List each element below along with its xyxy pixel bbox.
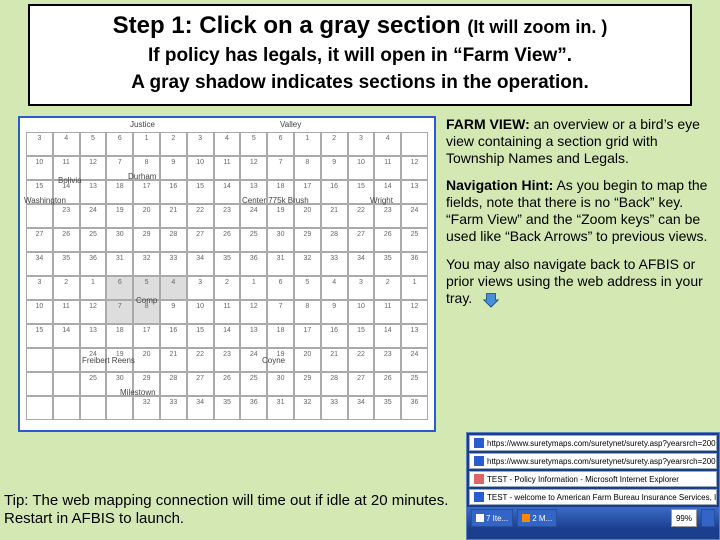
main-row: Justice Valley Bolivia Durham Center 775… <box>18 116 710 432</box>
tray-expand-icon[interactable] <box>701 509 715 527</box>
policy-line-2: A gray shadow indicates sections in the … <box>42 72 678 95</box>
taskbar-row: 7 Ite... 2 M... 99% <box>467 507 719 529</box>
timeout-tip: Tip: The web mapping connection will tim… <box>4 492 459 528</box>
ie-icon <box>474 438 484 448</box>
sidebar-text: FARM VIEW: an overview or a bird’s eye v… <box>446 116 710 432</box>
zoom-pct: 99% <box>676 514 692 523</box>
tray-window-3[interactable]: TEST - Policy Information - Microsoft In… <box>469 471 717 487</box>
farmview-paragraph: FARM VIEW: an overview or a bird’s eye v… <box>446 116 710 167</box>
township-label: Comp <box>136 296 157 305</box>
down-arrow-icon <box>482 290 500 308</box>
navhint-paragraph: Navigation Hint: As you begin to map the… <box>446 177 710 245</box>
policy-line-1: If policy has legals, it will open in “F… <box>42 45 678 68</box>
township-label: Center 775k Brush <box>242 196 309 205</box>
township-label: Coyne <box>262 356 285 365</box>
step-title: Step 1: Click on a gray section (It will… <box>42 12 678 41</box>
township-label: Washington <box>24 196 66 205</box>
township-label: Milestown <box>120 388 156 397</box>
app-icon <box>522 514 530 522</box>
ie-icon <box>476 514 484 522</box>
navhint-label: Navigation Hint: <box>446 177 553 193</box>
taskbar-screenshot: https://www.suretymaps.com/suretynet/sur… <box>466 432 720 540</box>
zoom-indicator: 99% <box>671 509 697 527</box>
tray-window-3-text: TEST - Policy Information - Microsoft In… <box>487 475 679 484</box>
tray-url-1-text: https://www.suretymaps.com/suretynet/sur… <box>487 439 717 448</box>
farmview-label: FARM VIEW: <box>446 116 530 132</box>
tray-url-2[interactable]: https://www.suretymaps.com/suretynet/sur… <box>469 453 717 469</box>
township-label: Durham <box>128 172 156 181</box>
tray-window-4[interactable]: TEST - welcome to American Farm Bureau I… <box>469 489 717 505</box>
taskbar-button-2-label: 2 M... <box>532 514 552 523</box>
section-grid: 34561234561234 101112789101112789101112 … <box>26 132 428 426</box>
step-action: Click on a gray section <box>199 12 460 39</box>
step-suffix: (It will zoom in. ) <box>467 17 607 37</box>
taskbar-button-1[interactable]: 7 Ite... <box>471 509 513 527</box>
ie-icon <box>474 456 484 466</box>
township-label: Justice <box>130 120 155 129</box>
farm-view-map[interactable]: Justice Valley Bolivia Durham Center 775… <box>18 116 436 432</box>
taskbar-button-1-label: 7 Ite... <box>486 514 508 523</box>
ie-icon <box>474 492 484 502</box>
instruction-header: Step 1: Click on a gray section (It will… <box>28 4 692 106</box>
map-column: Justice Valley Bolivia Durham Center 775… <box>18 116 438 432</box>
tray-url-1[interactable]: https://www.suretymaps.com/suretynet/sur… <box>469 435 717 451</box>
step-prefix: Step 1: <box>113 12 193 39</box>
tray-window-4-text: TEST - welcome to American Farm Bureau I… <box>487 493 717 502</box>
township-label: Wright <box>370 196 393 205</box>
navback-paragraph: You may also navigate back to AFBIS or p… <box>446 256 710 308</box>
township-label: Bolivia <box>58 176 82 185</box>
township-label: Valley <box>280 120 301 129</box>
township-label: Freibert Reens <box>82 356 135 365</box>
app-icon <box>474 474 484 484</box>
tray-url-2-text: https://www.suretymaps.com/suretynet/sur… <box>487 457 717 466</box>
taskbar-button-2[interactable]: 2 M... <box>517 509 557 527</box>
